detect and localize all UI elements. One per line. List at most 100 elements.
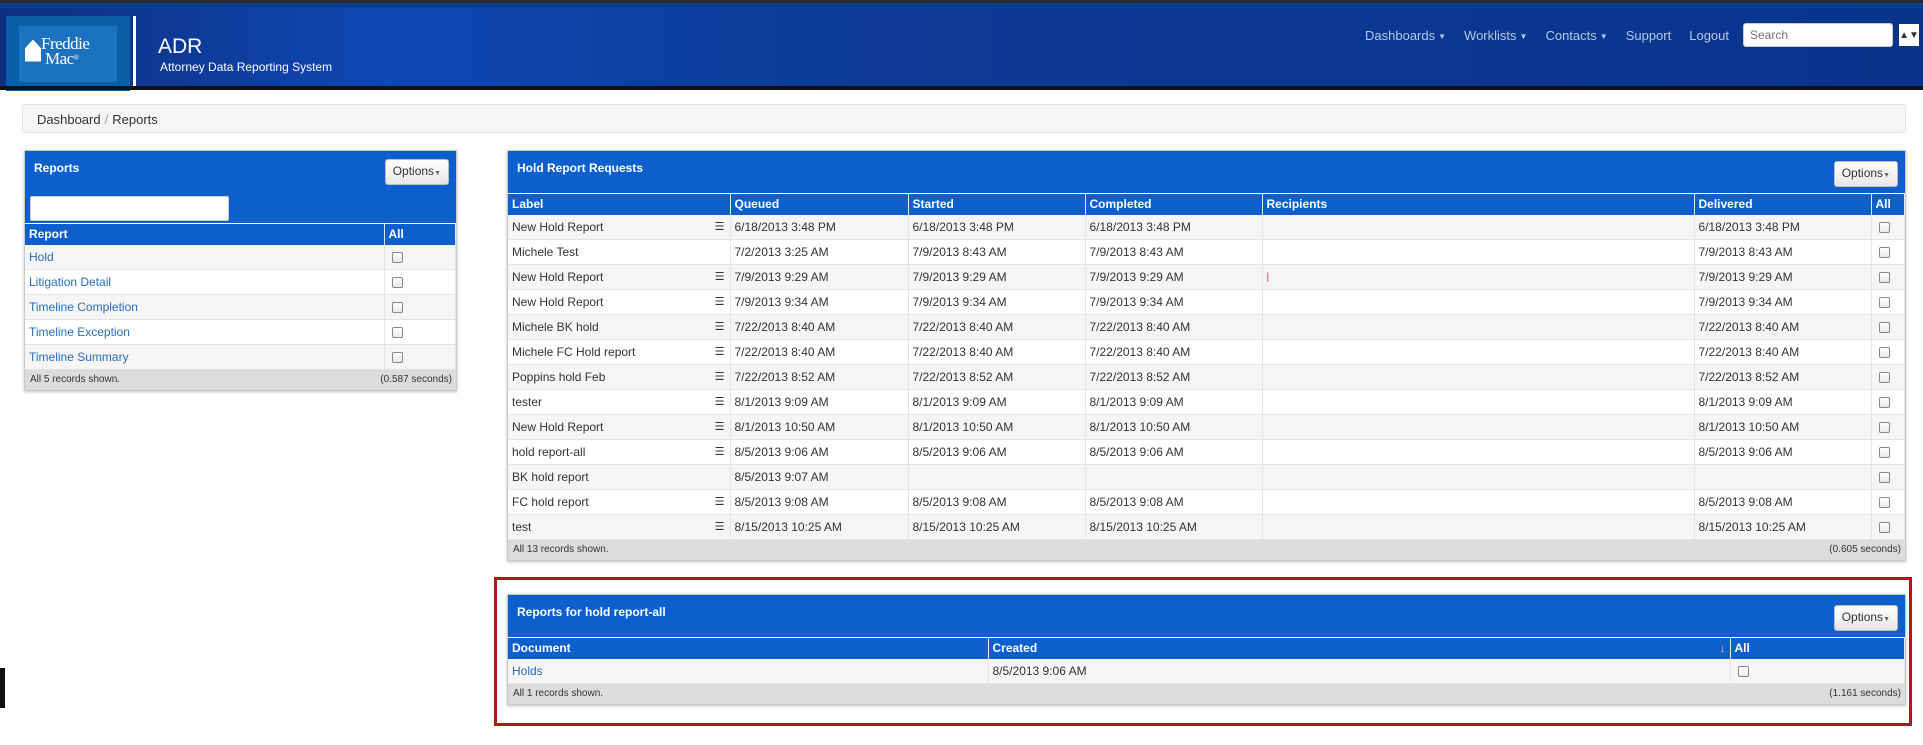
header-divider	[0, 86, 1923, 90]
col-report[interactable]: Report	[25, 223, 385, 245]
nav-label: Dashboards	[1365, 28, 1436, 43]
col-all[interactable]: All	[384, 223, 456, 245]
table-row: Hold	[25, 244, 456, 270]
report-link[interactable]: Litigation Detail	[25, 269, 385, 295]
col-delivered[interactable]: Delivered	[1694, 193, 1872, 215]
recipients-cell: |	[1262, 264, 1695, 290]
reports-panel: Reports Options▼ Report All Hold Litigati…	[24, 150, 457, 391]
list-icon[interactable]: ☰	[715, 420, 725, 433]
list-icon[interactable]: ☰	[715, 270, 725, 283]
row-checkbox[interactable]	[391, 302, 403, 314]
started-cell: 8/1/2013 9:09 AM	[908, 389, 1086, 415]
started-cell	[908, 464, 1086, 490]
hold-requests-table: Label Queued Started Completed Recipients Del…	[508, 193, 1905, 540]
col-recipients[interactable]: Recipients	[1262, 193, 1695, 215]
list-icon[interactable]: ☰	[715, 370, 725, 383]
queued-cell: 7/22/2013 8:52 AM	[730, 364, 909, 390]
select-cell	[1871, 339, 1905, 365]
caret-down-icon: ▼	[1883, 172, 1890, 179]
label-cell: hold report-all ☰	[508, 439, 731, 465]
row-checkbox[interactable]	[1878, 422, 1890, 434]
recipients-cell	[1262, 239, 1695, 265]
reports-options-button[interactable]: Options▼	[384, 159, 449, 185]
completed-cell: 7/9/2013 9:34 AM	[1085, 289, 1263, 315]
report-link[interactable]: Timeline Exception	[25, 319, 385, 345]
row-checkbox[interactable]	[1878, 347, 1890, 359]
reports-filter-input[interactable]	[30, 196, 229, 221]
table-row: Poppins hold Feb ☰ 7/22/2013 8:52 AM 7/22/2…	[508, 364, 1905, 390]
select-cell	[384, 294, 456, 320]
select-cell	[1871, 239, 1905, 265]
highlight-annotation	[494, 577, 1912, 726]
request-label: New Hold Report	[512, 420, 604, 434]
request-label: BK hold report	[512, 470, 589, 484]
row-checkbox[interactable]	[1878, 322, 1890, 334]
label-cell: New Hold Report ☰	[508, 414, 731, 440]
col-started[interactable]: Started	[908, 193, 1086, 215]
report-link[interactable]: Timeline Summary	[25, 344, 385, 370]
col-label[interactable]: Label	[508, 193, 731, 215]
nav-label: Support	[1625, 28, 1672, 43]
table-row: New Hold Report ☰ 7/9/2013 9:34 AM 7/9/2013…	[508, 289, 1905, 315]
col-completed[interactable]: Completed	[1085, 193, 1263, 215]
list-icon[interactable]: ☰	[715, 395, 725, 408]
nav-contacts[interactable]: Contacts ▼	[1545, 28, 1607, 43]
hold-panel-title: Hold Report Requests	[517, 161, 644, 175]
list-icon[interactable]: ☰	[715, 520, 725, 533]
nav-dashboards[interactable]: Dashboards ▼	[1365, 28, 1446, 43]
label-cell: New Hold Report ☰	[508, 289, 731, 315]
hold-record-count: All 13 records shown.	[513, 544, 609, 555]
select-cell	[384, 319, 456, 345]
row-checkbox[interactable]	[1878, 497, 1890, 509]
row-checkbox[interactable]	[391, 277, 403, 289]
freddie-mac-logo[interactable]: Freddie Mac®	[6, 16, 130, 91]
recipients-cell	[1262, 314, 1695, 340]
row-checkbox[interactable]	[1878, 472, 1890, 484]
window-scroll-handle[interactable]: ▲▼	[1899, 24, 1919, 46]
request-label: New Hold Report	[512, 270, 604, 284]
list-icon[interactable]: ☰	[715, 445, 725, 458]
nav-logout[interactable]: Logout	[1689, 28, 1729, 43]
reports-timing: (0.587 seconds)	[380, 374, 452, 385]
row-checkbox[interactable]	[1878, 522, 1890, 534]
reports-panel-title: Reports	[34, 161, 80, 175]
row-checkbox[interactable]	[391, 327, 403, 339]
row-checkbox[interactable]	[391, 252, 403, 264]
list-icon[interactable]: ☰	[715, 495, 725, 508]
queued-cell: 8/1/2013 10:50 AM	[730, 414, 909, 440]
select-cell	[1871, 514, 1905, 540]
breadcrumb-dashboard[interactable]: Dashboard	[37, 112, 101, 127]
started-cell: 8/5/2013 9:06 AM	[908, 439, 1086, 465]
completed-cell: 8/1/2013 10:50 AM	[1085, 414, 1263, 440]
row-checkbox[interactable]	[1878, 247, 1890, 259]
search-input[interactable]	[1743, 23, 1893, 47]
select-cell	[1871, 464, 1905, 490]
queued-cell: 7/2/2013 3:25 AM	[730, 239, 909, 265]
row-checkbox[interactable]	[1878, 397, 1890, 409]
row-checkbox[interactable]	[1878, 447, 1890, 459]
report-link[interactable]: Timeline Completion	[25, 294, 385, 320]
report-link[interactable]: Hold	[25, 244, 385, 270]
breadcrumb: Dashboard / Reports	[22, 104, 1906, 133]
completed-cell: 8/5/2013 9:06 AM	[1085, 439, 1263, 465]
caret-down-icon: ▼	[434, 170, 441, 177]
completed-cell: 8/5/2013 9:08 AM	[1085, 489, 1263, 515]
row-checkbox[interactable]	[1878, 272, 1890, 284]
recipients-cell	[1262, 414, 1695, 440]
list-icon[interactable]: ☰	[715, 345, 725, 358]
row-checkbox[interactable]	[1878, 222, 1890, 234]
row-checkbox[interactable]	[1878, 372, 1890, 384]
request-label: Poppins hold Feb	[512, 370, 606, 384]
list-icon[interactable]: ☰	[715, 320, 725, 333]
completed-cell: 6/18/2013 3:48 PM	[1085, 214, 1263, 240]
row-checkbox[interactable]	[391, 352, 403, 364]
hold-options-button[interactable]: Options▼	[1833, 161, 1898, 187]
col-queued[interactable]: Queued	[730, 193, 909, 215]
list-icon[interactable]: ☰	[715, 295, 725, 308]
select-cell	[1871, 364, 1905, 390]
nav-worklists[interactable]: Worklists ▼	[1464, 28, 1527, 43]
col-all[interactable]: All	[1871, 193, 1905, 215]
nav-support[interactable]: Support	[1626, 28, 1672, 43]
row-checkbox[interactable]	[1878, 297, 1890, 309]
list-icon[interactable]: ☰	[715, 220, 725, 233]
